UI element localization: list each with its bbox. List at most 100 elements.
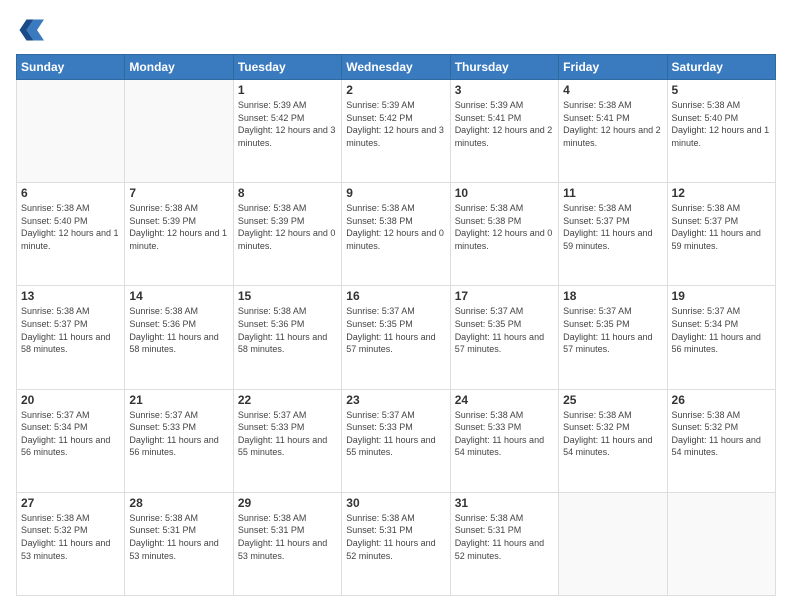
calendar-cell: 2 Sunrise: 5:39 AM Sunset: 5:42 PM Daylig…: [342, 80, 450, 183]
day-info: Sunrise: 5:39 AM Sunset: 5:42 PM Dayligh…: [238, 99, 337, 149]
day-info: Sunrise: 5:37 AM Sunset: 5:33 PM Dayligh…: [238, 409, 337, 459]
day-info: Sunrise: 5:38 AM Sunset: 5:36 PM Dayligh…: [238, 305, 337, 355]
day-info: Sunrise: 5:38 AM Sunset: 5:32 PM Dayligh…: [672, 409, 771, 459]
day-number: 21: [129, 393, 228, 407]
day-info: Sunrise: 5:38 AM Sunset: 5:33 PM Dayligh…: [455, 409, 554, 459]
day-info: Sunrise: 5:38 AM Sunset: 5:36 PM Dayligh…: [129, 305, 228, 355]
day-number: 5: [672, 83, 771, 97]
day-info: Sunrise: 5:38 AM Sunset: 5:38 PM Dayligh…: [346, 202, 445, 252]
day-number: 8: [238, 186, 337, 200]
day-info: Sunrise: 5:37 AM Sunset: 5:35 PM Dayligh…: [563, 305, 662, 355]
weekday-header-thursday: Thursday: [450, 55, 558, 80]
calendar-cell: 31 Sunrise: 5:38 AM Sunset: 5:31 PM Dayli…: [450, 492, 558, 595]
day-number: 19: [672, 289, 771, 303]
logo: [16, 16, 48, 44]
day-number: 30: [346, 496, 445, 510]
day-number: 28: [129, 496, 228, 510]
calendar-cell: 8 Sunrise: 5:38 AM Sunset: 5:39 PM Daylig…: [233, 183, 341, 286]
weekday-header-sunday: Sunday: [17, 55, 125, 80]
day-info: Sunrise: 5:38 AM Sunset: 5:31 PM Dayligh…: [238, 512, 337, 562]
calendar-cell: 27Sunrise: 5:38 AM Sunset: 5:32 PM Dayli…: [17, 492, 125, 595]
day-number: 2: [346, 83, 445, 97]
calendar-table: SundayMondayTuesdayWednesdayThursdayFrid…: [16, 54, 776, 596]
day-number: 17: [455, 289, 554, 303]
day-info: Sunrise: 5:38 AM Sunset: 5:31 PM Dayligh…: [455, 512, 554, 562]
day-info: Sunrise: 5:38 AM Sunset: 5:31 PM Dayligh…: [129, 512, 228, 562]
day-info: Sunrise: 5:39 AM Sunset: 5:42 PM Dayligh…: [346, 99, 445, 149]
day-info: Sunrise: 5:38 AM Sunset: 5:39 PM Dayligh…: [238, 202, 337, 252]
day-info: Sunrise: 5:37 AM Sunset: 5:34 PM Dayligh…: [672, 305, 771, 355]
day-info: Sunrise: 5:37 AM Sunset: 5:33 PM Dayligh…: [129, 409, 228, 459]
week-row-2: 6Sunrise: 5:38 AM Sunset: 5:40 PM Daylig…: [17, 183, 776, 286]
day-number: 4: [563, 83, 662, 97]
calendar-cell: 5Sunrise: 5:38 AM Sunset: 5:40 PM Daylig…: [667, 80, 775, 183]
calendar-cell: 28 Sunrise: 5:38 AM Sunset: 5:31 PM Dayli…: [125, 492, 233, 595]
weekday-header-wednesday: Wednesday: [342, 55, 450, 80]
calendar-cell: [559, 492, 667, 595]
day-info: Sunrise: 5:38 AM Sunset: 5:31 PM Dayligh…: [346, 512, 445, 562]
top-section: [16, 16, 776, 44]
day-number: 15: [238, 289, 337, 303]
calendar-cell: 3Sunrise: 5:39 AM Sunset: 5:41 PM Daylig…: [450, 80, 558, 183]
calendar-cell: [125, 80, 233, 183]
weekday-header-monday: Monday: [125, 55, 233, 80]
day-info: Sunrise: 5:38 AM Sunset: 5:41 PM Dayligh…: [563, 99, 662, 149]
day-number: 11: [563, 186, 662, 200]
calendar-cell: 4 Sunrise: 5:38 AM Sunset: 5:41 PM Daylig…: [559, 80, 667, 183]
calendar-cell: 14 Sunrise: 5:38 AM Sunset: 5:36 PM Dayli…: [125, 286, 233, 389]
calendar-cell: 10 Sunrise: 5:38 AM Sunset: 5:38 PM Dayli…: [450, 183, 558, 286]
day-info: Sunrise: 5:37 AM Sunset: 5:34 PM Dayligh…: [21, 409, 120, 459]
page: SundayMondayTuesdayWednesdayThursdayFrid…: [0, 0, 792, 612]
day-info: Sunrise: 5:38 AM Sunset: 5:38 PM Dayligh…: [455, 202, 554, 252]
day-info: Sunrise: 5:39 AM Sunset: 5:41 PM Dayligh…: [455, 99, 554, 149]
day-number: 13: [21, 289, 120, 303]
day-number: 24: [455, 393, 554, 407]
week-row-3: 13 Sunrise: 5:38 AM Sunset: 5:37 PM Dayli…: [17, 286, 776, 389]
day-info: Sunrise: 5:38 AM Sunset: 5:37 PM Dayligh…: [21, 305, 120, 355]
logo-icon: [16, 16, 44, 44]
day-number: 14: [129, 289, 228, 303]
calendar-cell: 24 Sunrise: 5:38 AM Sunset: 5:33 PM Dayli…: [450, 389, 558, 492]
week-row-1: 1Sunrise: 5:39 AM Sunset: 5:42 PM Daylig…: [17, 80, 776, 183]
calendar-cell: 19 Sunrise: 5:37 AM Sunset: 5:34 PM Dayli…: [667, 286, 775, 389]
day-info: Sunrise: 5:38 AM Sunset: 5:37 PM Dayligh…: [563, 202, 662, 252]
calendar-cell: 29 Sunrise: 5:38 AM Sunset: 5:31 PM Dayli…: [233, 492, 341, 595]
calendar-cell: 1Sunrise: 5:39 AM Sunset: 5:42 PM Daylig…: [233, 80, 341, 183]
calendar-cell: 26 Sunrise: 5:38 AM Sunset: 5:32 PM Dayli…: [667, 389, 775, 492]
calendar-cell: 15 Sunrise: 5:38 AM Sunset: 5:36 PM Dayli…: [233, 286, 341, 389]
day-info: Sunrise: 5:38 AM Sunset: 5:37 PM Dayligh…: [672, 202, 771, 252]
day-number: 25: [563, 393, 662, 407]
day-info: Sunrise: 5:37 AM Sunset: 5:33 PM Dayligh…: [346, 409, 445, 459]
day-number: 27: [21, 496, 120, 510]
calendar-cell: [17, 80, 125, 183]
calendar-cell: 7 Sunrise: 5:38 AM Sunset: 5:39 PM Daylig…: [125, 183, 233, 286]
day-number: 18: [563, 289, 662, 303]
calendar-cell: 12Sunrise: 5:38 AM Sunset: 5:37 PM Dayli…: [667, 183, 775, 286]
calendar-cell: 6Sunrise: 5:38 AM Sunset: 5:40 PM Daylig…: [17, 183, 125, 286]
weekday-header-row: SundayMondayTuesdayWednesdayThursdayFrid…: [17, 55, 776, 80]
day-number: 20: [21, 393, 120, 407]
day-number: 29: [238, 496, 337, 510]
day-number: 9: [346, 186, 445, 200]
calendar-cell: 9 Sunrise: 5:38 AM Sunset: 5:38 PM Daylig…: [342, 183, 450, 286]
week-row-4: 20 Sunrise: 5:37 AM Sunset: 5:34 PM Dayli…: [17, 389, 776, 492]
weekday-header-tuesday: Tuesday: [233, 55, 341, 80]
calendar-cell: 18 Sunrise: 5:37 AM Sunset: 5:35 PM Dayli…: [559, 286, 667, 389]
calendar-cell: 23Sunrise: 5:37 AM Sunset: 5:33 PM Dayli…: [342, 389, 450, 492]
calendar-cell: 22 Sunrise: 5:37 AM Sunset: 5:33 PM Dayli…: [233, 389, 341, 492]
day-number: 31: [455, 496, 554, 510]
day-number: 10: [455, 186, 554, 200]
weekday-header-saturday: Saturday: [667, 55, 775, 80]
calendar-cell: 16Sunrise: 5:37 AM Sunset: 5:35 PM Dayli…: [342, 286, 450, 389]
day-number: 7: [129, 186, 228, 200]
week-row-5: 27Sunrise: 5:38 AM Sunset: 5:32 PM Dayli…: [17, 492, 776, 595]
day-info: Sunrise: 5:38 AM Sunset: 5:39 PM Dayligh…: [129, 202, 228, 252]
calendar-cell: 30 Sunrise: 5:38 AM Sunset: 5:31 PM Dayli…: [342, 492, 450, 595]
weekday-header-friday: Friday: [559, 55, 667, 80]
calendar-cell: 17 Sunrise: 5:37 AM Sunset: 5:35 PM Dayli…: [450, 286, 558, 389]
calendar-cell: 13 Sunrise: 5:38 AM Sunset: 5:37 PM Dayli…: [17, 286, 125, 389]
day-number: 22: [238, 393, 337, 407]
day-number: 26: [672, 393, 771, 407]
day-info: Sunrise: 5:37 AM Sunset: 5:35 PM Dayligh…: [455, 305, 554, 355]
day-info: Sunrise: 5:38 AM Sunset: 5:40 PM Dayligh…: [21, 202, 120, 252]
